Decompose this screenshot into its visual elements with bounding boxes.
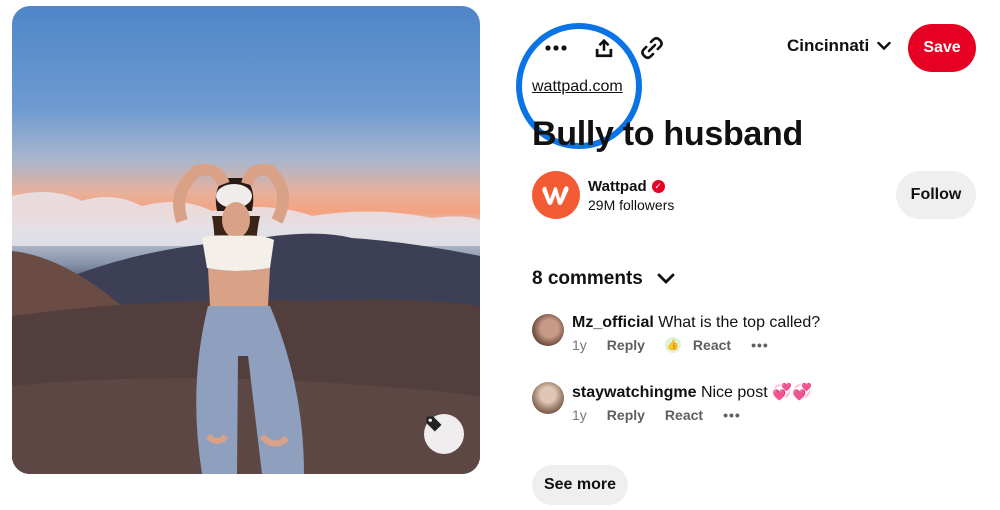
comment-actions: 1y Reply 👍 React ••• bbox=[572, 337, 972, 353]
follow-button[interactable]: Follow bbox=[896, 171, 976, 219]
creator-card[interactable]: Wattpad ✓ 29M followers bbox=[532, 171, 674, 219]
reply-button[interactable]: Reply bbox=[607, 407, 645, 423]
comment-username[interactable]: staywatchingme bbox=[572, 384, 696, 401]
save-button[interactable]: Save bbox=[908, 24, 976, 72]
wattpad-logo-icon bbox=[542, 186, 569, 205]
comment-username[interactable]: Mz_official bbox=[572, 314, 654, 331]
creator-name-row: Wattpad ✓ bbox=[588, 178, 674, 195]
comment-body: Mz_official What is the top called? 1y R… bbox=[572, 314, 972, 353]
commenter-avatar[interactable] bbox=[532, 314, 564, 346]
pin-photo bbox=[12, 163, 480, 474]
comment-more-icon[interactable]: ••• bbox=[723, 407, 741, 423]
pin-image[interactable] bbox=[12, 6, 480, 474]
source-link[interactable]: wattpad.com bbox=[532, 78, 623, 96]
comment-age: 1y bbox=[572, 337, 587, 353]
chevron-down-icon[interactable] bbox=[657, 273, 675, 285]
tag-button[interactable] bbox=[424, 414, 464, 454]
creator-name[interactable]: Wattpad bbox=[588, 178, 647, 195]
react-button[interactable]: React bbox=[693, 337, 731, 353]
commenter-avatar[interactable] bbox=[532, 382, 564, 414]
board-selector[interactable]: Cincinnati bbox=[787, 36, 891, 56]
tag-icon bbox=[426, 416, 442, 432]
react-button[interactable]: React bbox=[665, 407, 703, 423]
comment-actions: 1y Reply React ••• bbox=[572, 407, 972, 423]
chevron-down-icon bbox=[877, 41, 891, 51]
see-more-button[interactable]: See more bbox=[532, 465, 628, 505]
comments-header[interactable]: 8 comments bbox=[532, 268, 675, 290]
comment-body: staywatchingme Nice post 💞💞 1y Reply Rea… bbox=[572, 382, 972, 423]
link-icon bbox=[641, 36, 663, 60]
comment-text: staywatchingme Nice post 💞💞 bbox=[572, 382, 972, 402]
board-name: Cincinnati bbox=[787, 36, 870, 55]
comment-message: What is the top called? bbox=[658, 314, 821, 331]
copy-link-button[interactable] bbox=[632, 28, 672, 68]
verified-check-icon: ✓ bbox=[651, 179, 665, 193]
comment-message: Nice post 💞💞 bbox=[700, 384, 812, 401]
comment-age: 1y bbox=[572, 407, 587, 423]
comments-count: 8 comments bbox=[532, 268, 643, 289]
pin-title: Bully to husband bbox=[532, 115, 803, 153]
creator-avatar[interactable] bbox=[532, 171, 580, 219]
reaction-thumbs-up-icon[interactable]: 👍 bbox=[664, 337, 681, 353]
comment-more-icon[interactable]: ••• bbox=[751, 337, 769, 353]
reply-button[interactable]: Reply bbox=[607, 337, 645, 353]
comment-text: Mz_official What is the top called? bbox=[572, 314, 972, 332]
creator-info: Wattpad ✓ 29M followers bbox=[588, 178, 674, 213]
follower-count: 29M followers bbox=[588, 196, 675, 213]
